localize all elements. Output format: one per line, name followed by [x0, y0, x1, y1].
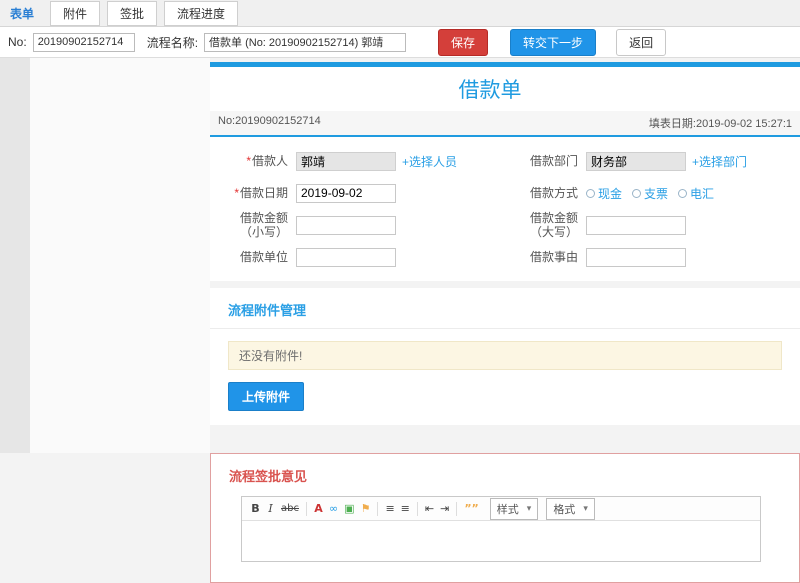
no-input[interactable] [32, 32, 135, 52]
editor-toolbar: B I abc A ∞ ▣ ⚑ ≡ ≡ ⇤ ⇥ ”” 样式 ▾ 格式 ▾ [242, 497, 760, 521]
radio-cash[interactable]: 现金 [586, 185, 622, 202]
doc-no: No:20190902152714 [218, 115, 321, 127]
borrower-cell: *借款人 +选择人员 [218, 151, 508, 171]
italic-icon[interactable]: I [263, 502, 278, 515]
approval-section-title: 流程签批意见 [229, 469, 308, 484]
required-mark: * [234, 185, 239, 200]
flag-icon[interactable]: ⚑ [358, 502, 374, 515]
amount-small-cell: 借款金额（小写） [218, 211, 508, 240]
upload-attachment-button[interactable]: 上传附件 [228, 382, 305, 411]
no-attachment-notice: 还没有附件! [228, 341, 782, 370]
bold-icon[interactable]: B [248, 502, 263, 515]
loan-date-label: *借款日期 [234, 185, 288, 200]
tab-progress[interactable]: 流程进度 [164, 0, 239, 26]
department-input[interactable] [586, 151, 686, 171]
format-select[interactable]: 格式 ▾ [546, 497, 595, 520]
left-background [30, 58, 210, 453]
form-grid: *借款人 +选择人员 借款部门 +选择部门 *借款日期 借款方式 [210, 137, 800, 281]
select-department-link[interactable]: +选择部门 [692, 153, 747, 170]
radio-check[interactable]: 支票 [632, 185, 668, 202]
toolbar-separator [377, 501, 379, 516]
attachment-section-title: 流程附件管理 [210, 288, 800, 329]
toolbar-separator [305, 501, 307, 516]
back-button[interactable]: 返回 [616, 28, 667, 56]
process-name-label: 流程名称: [146, 35, 199, 50]
editor-body[interactable] [242, 521, 760, 561]
amount-big-label: 借款金额（大写） [529, 210, 578, 239]
method-radio-group: 现金 支票 电汇 [586, 185, 724, 202]
toolbar: No: 流程名称: 保存 转交下一步 返回 [0, 27, 800, 58]
unit-cell: 借款单位 [218, 247, 508, 267]
tab-form[interactable]: 表单 [10, 5, 34, 22]
left-strip [0, 58, 30, 453]
radio-wire[interactable]: 电汇 [678, 185, 714, 202]
loan-date-input[interactable] [296, 183, 396, 203]
toolbar-separator [416, 501, 418, 516]
fill-date: 填表日期:2019-09-02 15:27:1 [648, 118, 792, 130]
approval-panel: 流程签批意见 B I abc A ∞ ▣ ⚑ ≡ ≡ ⇤ ⇥ ”” 样式 ▾ 格… [210, 453, 800, 583]
font-color-icon[interactable]: A [311, 502, 326, 515]
main-content: 借款单 No:20190902152714 填表日期:2019-09-02 15… [210, 62, 800, 583]
indent-icon[interactable]: ⇥ [437, 502, 452, 515]
blockquote-icon[interactable]: ”” [461, 502, 481, 515]
tab-attachment[interactable]: 附件 [50, 0, 101, 26]
page-title: 借款单 [458, 79, 522, 102]
strikethrough-icon[interactable]: abc [278, 503, 302, 515]
amount-small-label: 借款金额（小写） [239, 210, 288, 239]
required-mark: * [246, 153, 251, 168]
unordered-list-icon[interactable]: ≡ [398, 502, 413, 515]
reason-input[interactable] [586, 247, 686, 267]
form-row: *借款人 +选择人员 借款部门 +选择部门 [218, 145, 800, 177]
rich-text-editor: B I abc A ∞ ▣ ⚑ ≡ ≡ ⇤ ⇥ ”” 样式 ▾ 格式 ▾ [241, 496, 761, 562]
method-label: 借款方式 [529, 185, 578, 200]
process-name-input[interactable] [204, 32, 407, 52]
loan-form-panel: 借款单 No:20190902152714 填表日期:2019-09-02 15… [210, 62, 800, 281]
form-subheader: No:20190902152714 填表日期:2019-09-02 15:27:… [210, 111, 800, 135]
borrower-input[interactable] [296, 151, 396, 171]
attachment-panel: 流程附件管理 还没有附件! 上传附件 [210, 288, 800, 425]
department-cell: 借款部门 +选择部门 [508, 151, 800, 171]
image-icon[interactable]: ▣ [341, 502, 357, 515]
amount-big-cell: 借款金额（大写） [508, 211, 800, 240]
save-button[interactable]: 保存 [438, 28, 489, 56]
tab-bar: 表单 附件 签批 流程进度 [0, 0, 800, 27]
method-cell: 借款方式 现金 支票 电汇 [508, 185, 800, 202]
unit-input[interactable] [296, 247, 396, 267]
form-row: 借款金额（小写） 借款金额（大写） [218, 209, 800, 241]
radio-icon [632, 188, 642, 198]
toolbar-separator [456, 501, 458, 516]
reason-label: 借款事由 [529, 249, 578, 264]
chevron-down-icon: ▾ [526, 503, 532, 514]
amount-big-input[interactable] [586, 215, 686, 235]
tab-approve[interactable]: 签批 [107, 0, 158, 26]
borrower-label: *借款人 [246, 153, 288, 168]
chevron-down-icon: ▾ [583, 503, 588, 514]
amount-small-input[interactable] [296, 215, 396, 235]
style-select[interactable]: 样式 ▾ [489, 497, 539, 520]
radio-icon [586, 188, 595, 198]
loan-date-cell: *借款日期 [218, 183, 508, 203]
unit-label: 借款单位 [239, 249, 288, 264]
ordered-list-icon[interactable]: ≡ [382, 502, 397, 515]
form-row: 借款单位 借款事由 [218, 241, 800, 273]
select-person-link[interactable]: +选择人员 [402, 153, 457, 170]
no-label: No: [8, 35, 27, 49]
form-row: *借款日期 借款方式 现金 支票 电汇 [218, 177, 800, 209]
department-label: 借款部门 [529, 153, 578, 168]
reason-cell: 借款事由 [508, 247, 800, 267]
radio-icon [678, 188, 688, 198]
link-icon[interactable]: ∞ [326, 502, 341, 515]
next-step-button[interactable]: 转交下一步 [510, 28, 597, 56]
outdent-icon[interactable]: ⇤ [422, 502, 437, 515]
